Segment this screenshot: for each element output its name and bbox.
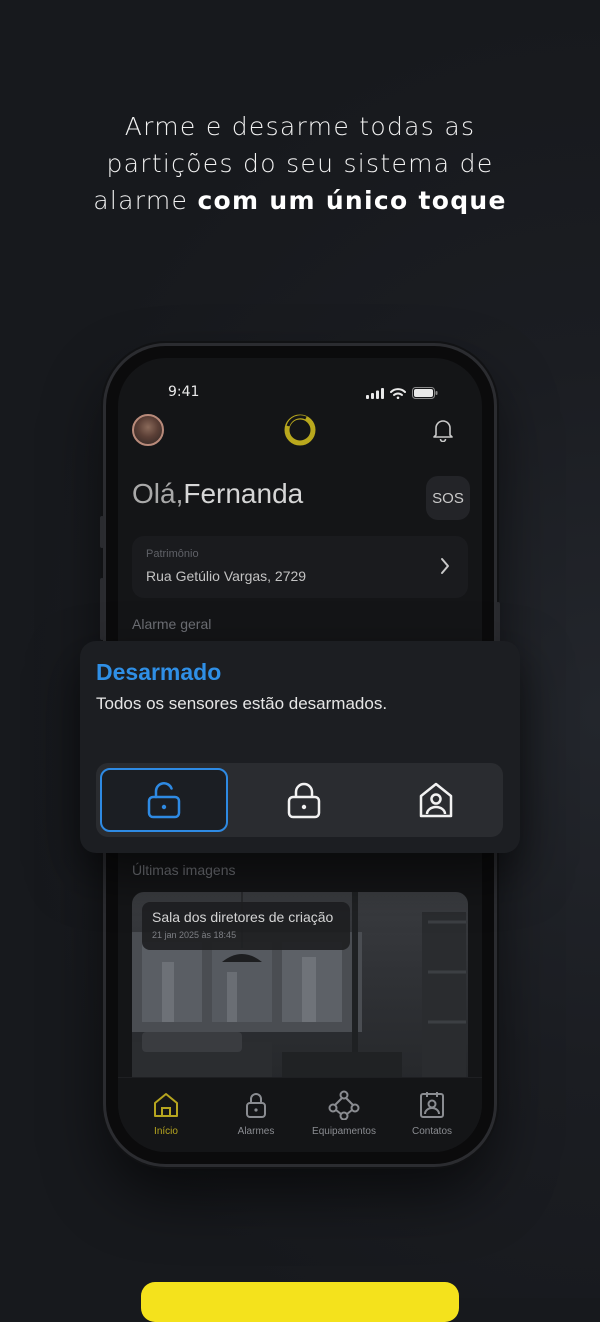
chevron-right-icon <box>441 558 449 574</box>
image-date: 21 jan 2025 às 18:45 <box>152 930 237 940</box>
image-caption: Sala dos diretores de criação 21 jan 202… <box>142 902 350 950</box>
alarm-section-label: Alarme geral <box>132 616 212 632</box>
headline-emphasis: com um único toque <box>197 186 507 215</box>
contacts-icon <box>420 1092 444 1118</box>
status-bar: 9:41 <box>118 384 482 404</box>
arm-button[interactable] <box>240 768 368 832</box>
headline-line-3: alarme com um único toque <box>0 182 600 219</box>
tab-equipamentos[interactable]: Equipamentos <box>304 1090 384 1137</box>
locked-icon <box>287 782 321 819</box>
property-label: Patrimônio <box>146 548 199 560</box>
tab-label: Contatos <box>411 1126 453 1137</box>
primary-cta-button[interactable] <box>141 1282 459 1322</box>
sos-button[interactable]: SOS <box>426 476 470 520</box>
unlocked-icon <box>147 782 181 819</box>
alarm-status: Desarmado <box>96 659 222 685</box>
property-selector[interactable]: Patrimônio Rua Getúlio Vargas, 2729 <box>132 536 468 598</box>
home-stay-icon <box>419 782 453 818</box>
tab-label: Equipamentos <box>312 1126 376 1137</box>
headline-line-3-normal: alarme <box>93 186 198 215</box>
avatar[interactable] <box>132 414 164 446</box>
headline-line-2: partições do seu sistema de <box>106 149 494 178</box>
tab-label: Alarmes <box>237 1126 275 1137</box>
disarm-button[interactable] <box>100 768 228 832</box>
battery-icon <box>412 387 438 399</box>
status-icons <box>366 387 438 399</box>
tab-alarmes[interactable]: Alarmes <box>216 1090 296 1137</box>
headline-line-1: Arme e desarme todas as <box>124 112 476 141</box>
alarm-mode-selector <box>96 763 503 837</box>
property-address: Rua Getúlio Vargas, 2729 <box>146 568 307 584</box>
wifi-icon <box>390 387 406 399</box>
phone-volume-up <box>100 578 104 640</box>
brand-logo <box>284 414 316 446</box>
signal-icon <box>366 387 384 399</box>
home-icon <box>154 1093 178 1117</box>
notification-bell-icon[interactable] <box>432 418 454 442</box>
phone-side-button <box>100 516 104 548</box>
user-name: Fernanda <box>183 478 304 509</box>
alarm-description: Todos os sensores estão desarmados. <box>96 694 388 713</box>
stay-arm-button[interactable] <box>372 768 500 832</box>
lock-icon <box>246 1093 266 1118</box>
tab-bar: Início Alarmes Equipamentos Contatos <box>118 1077 482 1152</box>
tab-label: Início <box>154 1126 178 1137</box>
tab-contatos[interactable]: Contatos <box>392 1090 472 1137</box>
images-section-label: Últimas imagens <box>132 862 236 878</box>
headline: Arme e desarme todas as partições do seu… <box>0 108 600 219</box>
tab-inicio[interactable]: Início <box>126 1090 206 1137</box>
greeting: Olá,Fernanda <box>132 478 303 510</box>
alarm-status-card: Desarmado Todos os sensores estão desarm… <box>80 641 520 853</box>
camera-image-card[interactable]: Sala dos diretores de criação 21 jan 202… <box>132 892 468 1092</box>
image-title: Sala dos diretores de criação <box>152 909 334 925</box>
status-time: 9:41 <box>168 384 200 400</box>
devices-icon <box>328 1090 360 1121</box>
greeting-hello: Olá, <box>132 478 184 509</box>
